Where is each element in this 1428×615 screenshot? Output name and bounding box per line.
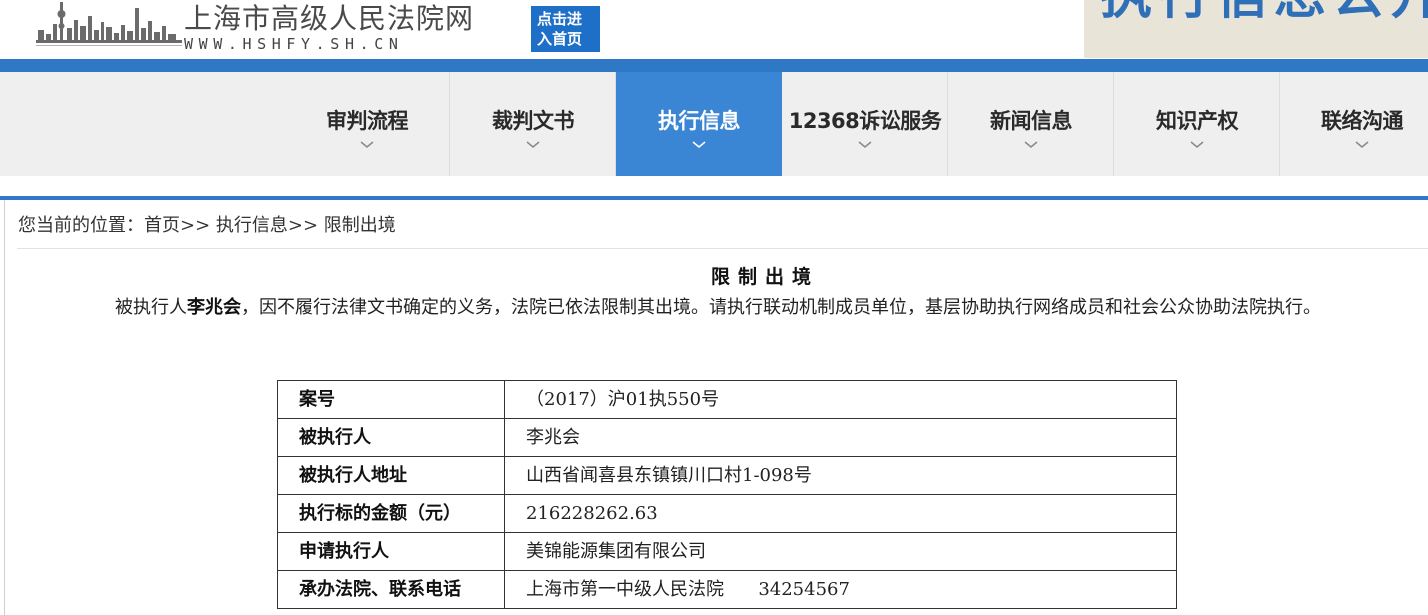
- home-button-line2: 入首页: [537, 30, 583, 48]
- breadcrumb-separator: >>: [180, 215, 216, 236]
- table-row: 承办法院、联系电话 上海市第一中级人民法院 34254567: [277, 570, 1177, 609]
- breadcrumb-prefix: 您当前的位置：: [18, 215, 144, 236]
- row-value: 上海市第一中级人民法院 34254567: [504, 570, 1177, 609]
- main-nav: 审判流程 裁判文书 执行信息 12368诉讼服务 新闻信息 知识产权 联络沟通: [0, 72, 1428, 176]
- row-key: 被执行人地址: [277, 456, 505, 495]
- site-header: 上海市高级人民法院网 WWW.HSHFY.SH.CN 点击进 入首页 执行信息公…: [0, 0, 1428, 60]
- chevron-down-icon: [1355, 141, 1369, 148]
- breadcrumb-current: 限制出境: [323, 215, 396, 236]
- enter-home-button[interactable]: 点击进 入首页: [531, 6, 600, 52]
- row-key: 被执行人: [277, 418, 505, 457]
- site-url: WWW.HSHFY.SH.CN: [184, 35, 404, 53]
- nav-item-execution-info[interactable]: 执行信息: [616, 72, 782, 176]
- nav-item-ip[interactable]: 知识产权: [1114, 72, 1280, 176]
- banner-text: 执行信息公开: [1100, 0, 1428, 26]
- notice-paragraph: 被执行人李兆会，因不履行法律文书确定的义务，法院已依法限制其出境。请执行联动机制…: [29, 294, 1425, 322]
- notice-title: 限制出境: [710, 266, 819, 288]
- breadcrumb-separator: >>: [287, 215, 324, 236]
- site-name: 上海市高级人民法院网: [184, 2, 475, 35]
- row-value: 李兆会: [504, 418, 1177, 457]
- case-info-table: 案号 （2017）沪01执550号 被执行人 李兆会 被执行人地址 山西省闻喜县…: [277, 380, 1177, 609]
- table-row: 案号 （2017）沪01执550号: [277, 380, 1177, 419]
- row-key: 承办法院、联系电话: [277, 570, 505, 609]
- nav-label: 新闻信息: [990, 109, 1073, 133]
- table-row: 执行标的金额（元） 216228262.63: [277, 494, 1177, 533]
- city-skyline-logo-icon: [36, 2, 182, 46]
- chevron-down-icon: [526, 141, 540, 148]
- nav-label: 知识产权: [1156, 109, 1239, 133]
- nav-label: 审判流程: [326, 109, 409, 133]
- table-row: 被执行人 李兆会: [277, 418, 1177, 457]
- breadcrumb: 您当前的位置：首页>> 执行信息>> 限制出境: [18, 214, 396, 238]
- row-key: 执行标的金额（元）: [277, 494, 505, 533]
- chevron-down-icon: [858, 141, 872, 148]
- row-value: 山西省闻喜县东镇镇川口村1-098号: [504, 456, 1177, 495]
- table-row: 申请执行人 美锦能源集团有限公司: [277, 532, 1177, 571]
- notice-text-after: ，因不履行法律文书确定的义务，法院已依法限制其出境。请执行联动机制成员单位，基层…: [241, 297, 1321, 318]
- chevron-down-icon: [692, 141, 706, 148]
- header-banner: 执行信息公开: [1084, 0, 1428, 58]
- breadcrumb-divider: [17, 248, 1428, 249]
- nav-label: 执行信息: [658, 109, 741, 133]
- main-content: 您当前的位置：首页>> 执行信息>> 限制出境 限制出境 被执行人李兆会，因不履…: [4, 200, 1428, 615]
- nav-item-contact[interactable]: 联络沟通: [1280, 72, 1428, 176]
- table-row: 被执行人地址 山西省闻喜县东镇镇川口村1-098号: [277, 456, 1177, 495]
- chevron-down-icon: [1024, 141, 1038, 148]
- row-value: （2017）沪01执550号: [504, 380, 1177, 419]
- breadcrumb-section-link[interactable]: 执行信息: [216, 215, 288, 236]
- nav-item-12368-service[interactable]: 12368诉讼服务: [782, 72, 948, 176]
- row-key: 申请执行人: [277, 532, 505, 571]
- nav-label: 12368诉讼服务: [788, 109, 942, 133]
- row-value: 216228262.63: [504, 494, 1177, 533]
- notice-text-before: 被执行人: [115, 297, 187, 318]
- nav-label: 裁判文书: [492, 109, 575, 133]
- row-value: 美锦能源集团有限公司: [504, 532, 1177, 571]
- chevron-down-icon: [1190, 141, 1204, 148]
- executee-name: 李兆会: [187, 297, 241, 318]
- nav-item-trial-process[interactable]: 审判流程: [284, 72, 450, 176]
- header-blue-bar: [0, 59, 1428, 72]
- nav-label: 联络沟通: [1321, 109, 1404, 133]
- chevron-down-icon: [360, 141, 374, 148]
- nav-item-news[interactable]: 新闻信息: [948, 72, 1114, 176]
- nav-item-judgments[interactable]: 裁判文书: [450, 72, 616, 176]
- row-key: 案号: [277, 380, 505, 419]
- home-button-line1: 点击进: [537, 10, 583, 28]
- breadcrumb-home-link[interactable]: 首页: [144, 215, 180, 236]
